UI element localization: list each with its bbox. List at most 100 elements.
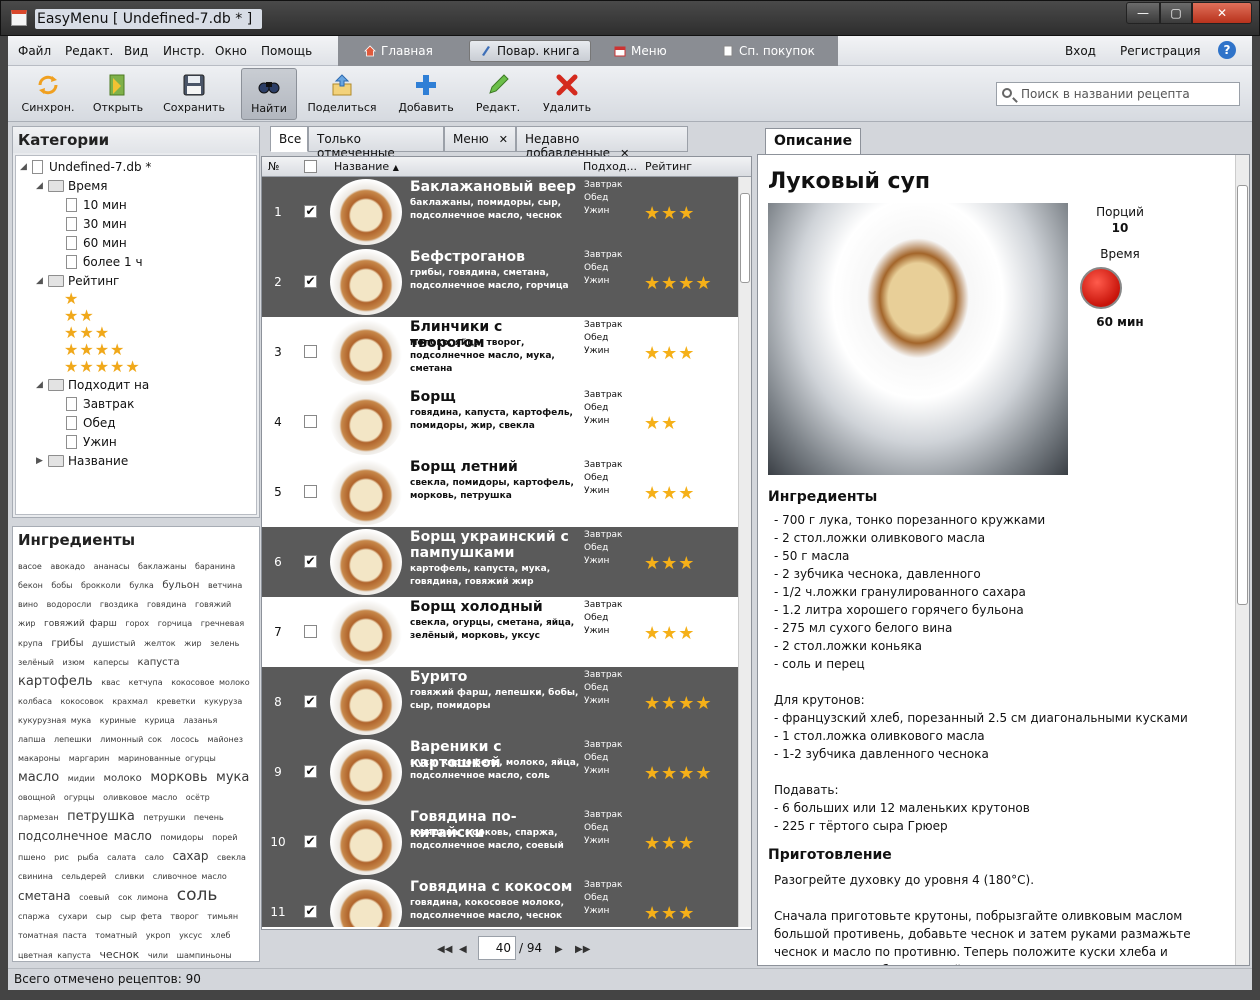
ingredient-tag[interactable]: ананасы bbox=[94, 562, 130, 571]
select-all-checkbox[interactable] bbox=[304, 160, 317, 173]
table-row[interactable]: 10 ✔ Говядина по-китайски говядина, морковь… bbox=[262, 807, 738, 877]
tree-time-30[interactable]: 30 мин bbox=[66, 215, 127, 233]
ingredient-tag[interactable]: творог bbox=[170, 912, 198, 921]
ingredient-tag[interactable]: зелень bbox=[210, 639, 239, 648]
add-button[interactable]: Добавить bbox=[394, 68, 458, 120]
tree-time-60[interactable]: 60 мин bbox=[66, 234, 127, 252]
ingredient-tag[interactable]: кетчупа bbox=[129, 678, 163, 687]
ingredient-tag[interactable]: бекон bbox=[18, 581, 43, 590]
table-row[interactable]: 9 ✔ Вареники с картошкой мука, картофель, м… bbox=[262, 737, 738, 807]
row-checkbox[interactable]: ✔ bbox=[304, 765, 317, 778]
ingredient-tag[interactable]: укроп bbox=[146, 931, 171, 940]
login-link[interactable]: Вход bbox=[1065, 44, 1096, 58]
ingredient-tag[interactable]: шампиньоны bbox=[177, 951, 232, 960]
tree-rating-5[interactable]: ★★★★★ bbox=[64, 358, 141, 376]
table-row[interactable]: 11 ✔ Говядина с кокосом говядина, кокосовое… bbox=[262, 877, 738, 927]
menu-tools[interactable]: Инстр. bbox=[163, 44, 205, 58]
ingredient-tag[interactable]: изюм bbox=[63, 658, 85, 667]
ingredient-tag[interactable]: подсолнечное масло bbox=[18, 829, 152, 843]
ingredient-tag[interactable]: осётр bbox=[186, 793, 210, 802]
ingredient-tag[interactable]: картофель bbox=[18, 674, 93, 689]
ingredient-tag[interactable]: маринованные огурцы bbox=[118, 754, 216, 763]
ingredient-tag[interactable]: рис bbox=[54, 853, 69, 862]
ingredient-tag[interactable]: лазанья bbox=[183, 716, 217, 725]
maximize-button[interactable]: ▢ bbox=[1160, 2, 1192, 24]
row-checkbox[interactable] bbox=[304, 485, 317, 498]
ingredient-tag[interactable]: душистый bbox=[92, 639, 135, 648]
menu-file[interactable]: Файл bbox=[18, 44, 51, 58]
ingredient-tag[interactable]: кукуруза bbox=[204, 697, 242, 706]
ingredient-tag[interactable]: баранина bbox=[195, 562, 235, 571]
row-checkbox[interactable] bbox=[304, 415, 317, 428]
ingredient-tag[interactable]: макароны bbox=[18, 754, 60, 763]
ingredient-tag[interactable]: майонез bbox=[208, 735, 243, 744]
ingredient-tag[interactable]: спаржа bbox=[18, 912, 50, 921]
description-scroll-thumb[interactable] bbox=[1237, 185, 1248, 605]
ingredient-tag[interactable]: кокосовое молоко bbox=[171, 678, 249, 687]
ingredient-tag[interactable]: лимонный сок bbox=[100, 735, 162, 744]
ingredient-tag[interactable]: печень bbox=[194, 813, 224, 822]
ingredient-tag[interactable]: капуста bbox=[138, 657, 180, 668]
register-link[interactable]: Регистрация bbox=[1120, 44, 1200, 58]
row-checkbox[interactable] bbox=[304, 625, 317, 638]
ingredient-tag[interactable]: грибы bbox=[51, 638, 83, 649]
tab-description[interactable]: Описание bbox=[765, 128, 862, 154]
ingredient-tag[interactable]: салата bbox=[107, 853, 136, 862]
ingredient-tag[interactable]: горох bbox=[125, 619, 149, 628]
list-scrollbar[interactable] bbox=[738, 177, 751, 927]
ingredient-tag[interactable]: кукурузная мука bbox=[18, 716, 91, 725]
ingredient-tag[interactable]: порей bbox=[212, 833, 237, 842]
table-row[interactable]: 2 ✔ Бефстроганов грибы, говядина, сметана, … bbox=[262, 247, 738, 317]
list-scroll-thumb[interactable] bbox=[740, 193, 750, 283]
ingredient-tag[interactable]: ветчина bbox=[208, 581, 242, 590]
ingredient-tag[interactable]: крахмал bbox=[112, 697, 148, 706]
ingredient-tag[interactable]: свинина bbox=[18, 872, 53, 881]
ingredient-tag[interactable]: овощной bbox=[18, 793, 55, 802]
col-num[interactable]: № bbox=[268, 160, 279, 173]
ingredient-tag[interactable]: сметана bbox=[18, 889, 71, 903]
ingredient-tag[interactable]: сельдерей bbox=[61, 872, 106, 881]
table-row[interactable]: 1 ✔ Баклажановый веер баклажаны, помидоры, … bbox=[262, 177, 738, 247]
ingredient-tag[interactable]: баклажаны bbox=[138, 562, 186, 571]
ingredient-tag[interactable]: сало bbox=[145, 853, 164, 862]
row-checkbox[interactable]: ✔ bbox=[304, 275, 317, 288]
tab-cookbook[interactable]: Повар. книга bbox=[469, 40, 591, 62]
find-button[interactable]: Найти bbox=[241, 68, 297, 120]
ingredient-tag[interactable]: авокадо bbox=[50, 562, 85, 571]
ingredient-tag[interactable]: мидии bbox=[68, 774, 95, 783]
ingredient-tag[interactable]: лосось bbox=[171, 735, 199, 744]
tab-recent[interactable]: Недавно добавленные ✕ bbox=[516, 126, 688, 160]
ingredient-tag[interactable]: чили bbox=[148, 951, 168, 960]
minimize-button[interactable]: — bbox=[1126, 2, 1160, 24]
ingredient-tag[interactable]: водоросли bbox=[47, 600, 92, 609]
row-checkbox[interactable] bbox=[304, 345, 317, 358]
table-row[interactable]: 4 Борщ говядина, капуста, картофель, помид… bbox=[262, 387, 738, 457]
ingredient-tag[interactable]: куриные bbox=[100, 716, 136, 725]
close-button[interactable]: ✕ bbox=[1192, 2, 1252, 24]
ingredient-tag[interactable]: томатная паста bbox=[18, 931, 87, 940]
ingredient-tag[interactable]: лапша bbox=[18, 735, 45, 744]
ingredient-tag[interactable]: масло bbox=[18, 770, 59, 785]
ingredient-tag[interactable]: сухари bbox=[58, 912, 87, 921]
menu-edit[interactable]: Редакт. bbox=[65, 44, 113, 58]
search-input[interactable]: Поиск в названии рецепта bbox=[996, 82, 1240, 106]
tab-marked[interactable]: Только отмеченные bbox=[308, 126, 444, 160]
menu-view[interactable]: Вид bbox=[124, 44, 148, 58]
ingredient-tag[interactable]: соевый bbox=[79, 893, 109, 902]
row-checkbox[interactable]: ✔ bbox=[304, 205, 317, 218]
row-checkbox[interactable]: ✔ bbox=[304, 835, 317, 848]
ingredient-tag[interactable]: чеснок bbox=[99, 948, 139, 961]
ingredient-tag[interactable]: горчица bbox=[158, 619, 192, 628]
row-checkbox[interactable]: ✔ bbox=[304, 695, 317, 708]
ingredient-tag[interactable]: оливковое масло bbox=[103, 793, 177, 802]
save-button[interactable]: Сохранить bbox=[162, 68, 226, 120]
table-row[interactable]: 8 ✔ Бурито говяжий фарш, лепешки, бобы, сыр… bbox=[262, 667, 738, 737]
ingredient-tag[interactable]: мука bbox=[216, 770, 249, 785]
ingredient-tag[interactable]: свекла bbox=[217, 853, 246, 862]
col-name[interactable]: Название ▲ bbox=[334, 160, 399, 173]
ingredient-tag[interactable]: томатный bbox=[95, 931, 137, 940]
share-button[interactable]: Поделиться bbox=[306, 68, 378, 120]
delete-button[interactable]: Удалить bbox=[535, 68, 599, 120]
ingredient-tag[interactable]: морковь bbox=[150, 770, 207, 785]
ingredient-tag[interactable]: каперсы bbox=[93, 658, 129, 667]
